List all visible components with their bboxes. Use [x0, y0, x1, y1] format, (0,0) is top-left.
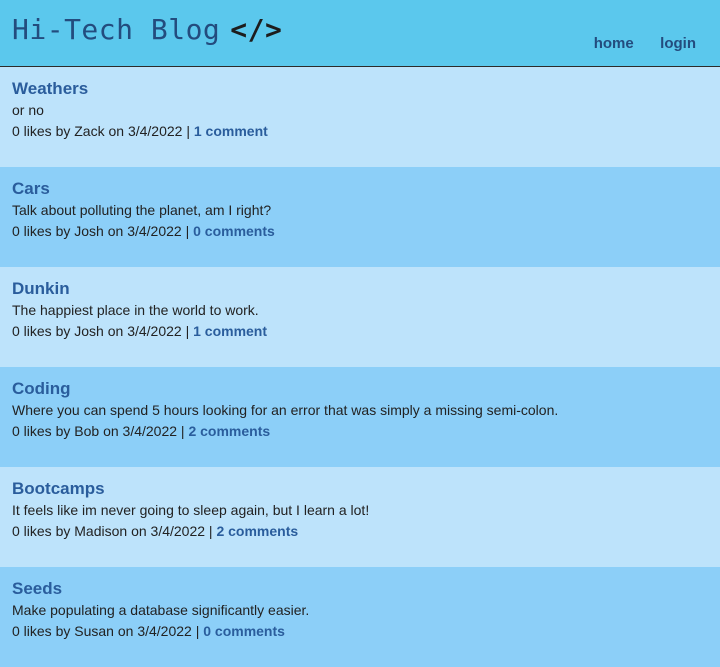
- post-list: Weathers or no 0 likes by Zack on 3/4/20…: [0, 67, 720, 667]
- post-body: Where you can spend 5 hours looking for …: [12, 402, 559, 418]
- post-author: Madison: [74, 523, 128, 539]
- post-on: on: [131, 523, 147, 539]
- nav-login-link[interactable]: login: [660, 35, 696, 52]
- post-on: on: [107, 323, 124, 339]
- post-on: on: [103, 423, 119, 439]
- meta-separator: |: [195, 623, 200, 639]
- post-body: Make populating a database significantly…: [12, 602, 310, 618]
- post-card: Cars Talk about polluting the planet, am…: [0, 167, 720, 267]
- code-icon: </>: [230, 13, 283, 46]
- meta-separator: |: [186, 123, 190, 139]
- post-meta: 0 likes by Bob on 3/4/2022 | 2 comments: [12, 422, 708, 440]
- post-card: Bootcamps It feels like im never going t…: [0, 467, 720, 567]
- site-header: Hi-Tech Blog </> home login: [0, 0, 720, 67]
- post-author: Bob: [74, 423, 100, 439]
- post-meta: 0 likes by Josh on 3/4/2022 | 0 comments: [12, 222, 708, 240]
- meta-separator: |: [185, 323, 190, 339]
- post-comments-link[interactable]: 0 comments: [193, 223, 275, 239]
- post-meta: 0 likes by Josh on 3/4/2022 | 1 comment: [12, 322, 708, 340]
- post-title-link[interactable]: Dunkin: [12, 279, 708, 299]
- post-card: Seeds Make populating a database signifi…: [0, 567, 720, 667]
- post-date: 3/4/2022: [150, 523, 206, 539]
- post-date: 3/4/2022: [137, 623, 192, 639]
- post-comments-link[interactable]: 0 comments: [203, 623, 285, 639]
- post-card: Weathers or no 0 likes by Zack on 3/4/20…: [0, 67, 720, 167]
- post-on: on: [117, 623, 134, 639]
- post-likes: 0 likes by: [12, 623, 71, 639]
- post-date: 3/4/2022: [127, 123, 183, 139]
- post-title-link[interactable]: Weathers: [12, 79, 708, 99]
- post-date: 3/4/2022: [127, 223, 182, 239]
- post-title-link[interactable]: Seeds: [12, 579, 708, 599]
- post-card: Coding Where you can spend 5 hours looki…: [0, 367, 720, 467]
- post-title-link[interactable]: Cars: [12, 179, 708, 199]
- meta-separator: |: [208, 523, 213, 539]
- post-title-link[interactable]: Bootcamps: [12, 479, 708, 499]
- site-brand: Hi-Tech Blog </>: [12, 13, 282, 46]
- post-meta: 0 likes by Susan on 3/4/2022 | 0 comment…: [12, 622, 708, 640]
- post-body: It feels like im never going to sleep ag…: [12, 502, 370, 518]
- post-body: Talk about polluting the planet, am I ri…: [12, 202, 272, 218]
- post-likes: 0 likes by: [12, 223, 71, 239]
- post-author: Susan: [74, 623, 114, 639]
- post-body: The happiest place in the world to work.: [12, 302, 259, 318]
- post-author: Zack: [74, 123, 105, 139]
- meta-separator: |: [185, 223, 190, 239]
- post-title-link[interactable]: Coding: [12, 379, 708, 399]
- post-meta: 0 likes by Madison on 3/4/2022 | 2 comme…: [12, 522, 708, 540]
- post-comments-link[interactable]: 2 comments: [188, 423, 270, 439]
- post-comments-link[interactable]: 1 comment: [193, 323, 267, 339]
- site-title: Hi-Tech Blog: [12, 13, 221, 46]
- post-comments-link[interactable]: 2 comments: [216, 523, 298, 539]
- post-card: Dunkin The happiest place in the world t…: [0, 267, 720, 367]
- main-nav: home login: [572, 35, 696, 53]
- post-likes: 0 likes by: [12, 323, 71, 339]
- post-author: Josh: [74, 223, 104, 239]
- post-author: Josh: [74, 323, 104, 339]
- meta-separator: |: [180, 423, 185, 439]
- post-likes: 0 likes by: [12, 423, 71, 439]
- post-date: 3/4/2022: [122, 423, 178, 439]
- post-likes: 0 likes by: [12, 523, 71, 539]
- post-on: on: [107, 223, 124, 239]
- post-date: 3/4/2022: [127, 323, 182, 339]
- post-likes: 0 likes by: [12, 123, 71, 139]
- post-body: or no: [12, 102, 44, 118]
- post-comments-link[interactable]: 1 comment: [194, 123, 268, 139]
- nav-home-link[interactable]: home: [594, 35, 634, 52]
- post-on: on: [108, 123, 125, 139]
- post-meta: 0 likes by Zack on 3/4/2022 | 1 comment: [12, 122, 708, 140]
